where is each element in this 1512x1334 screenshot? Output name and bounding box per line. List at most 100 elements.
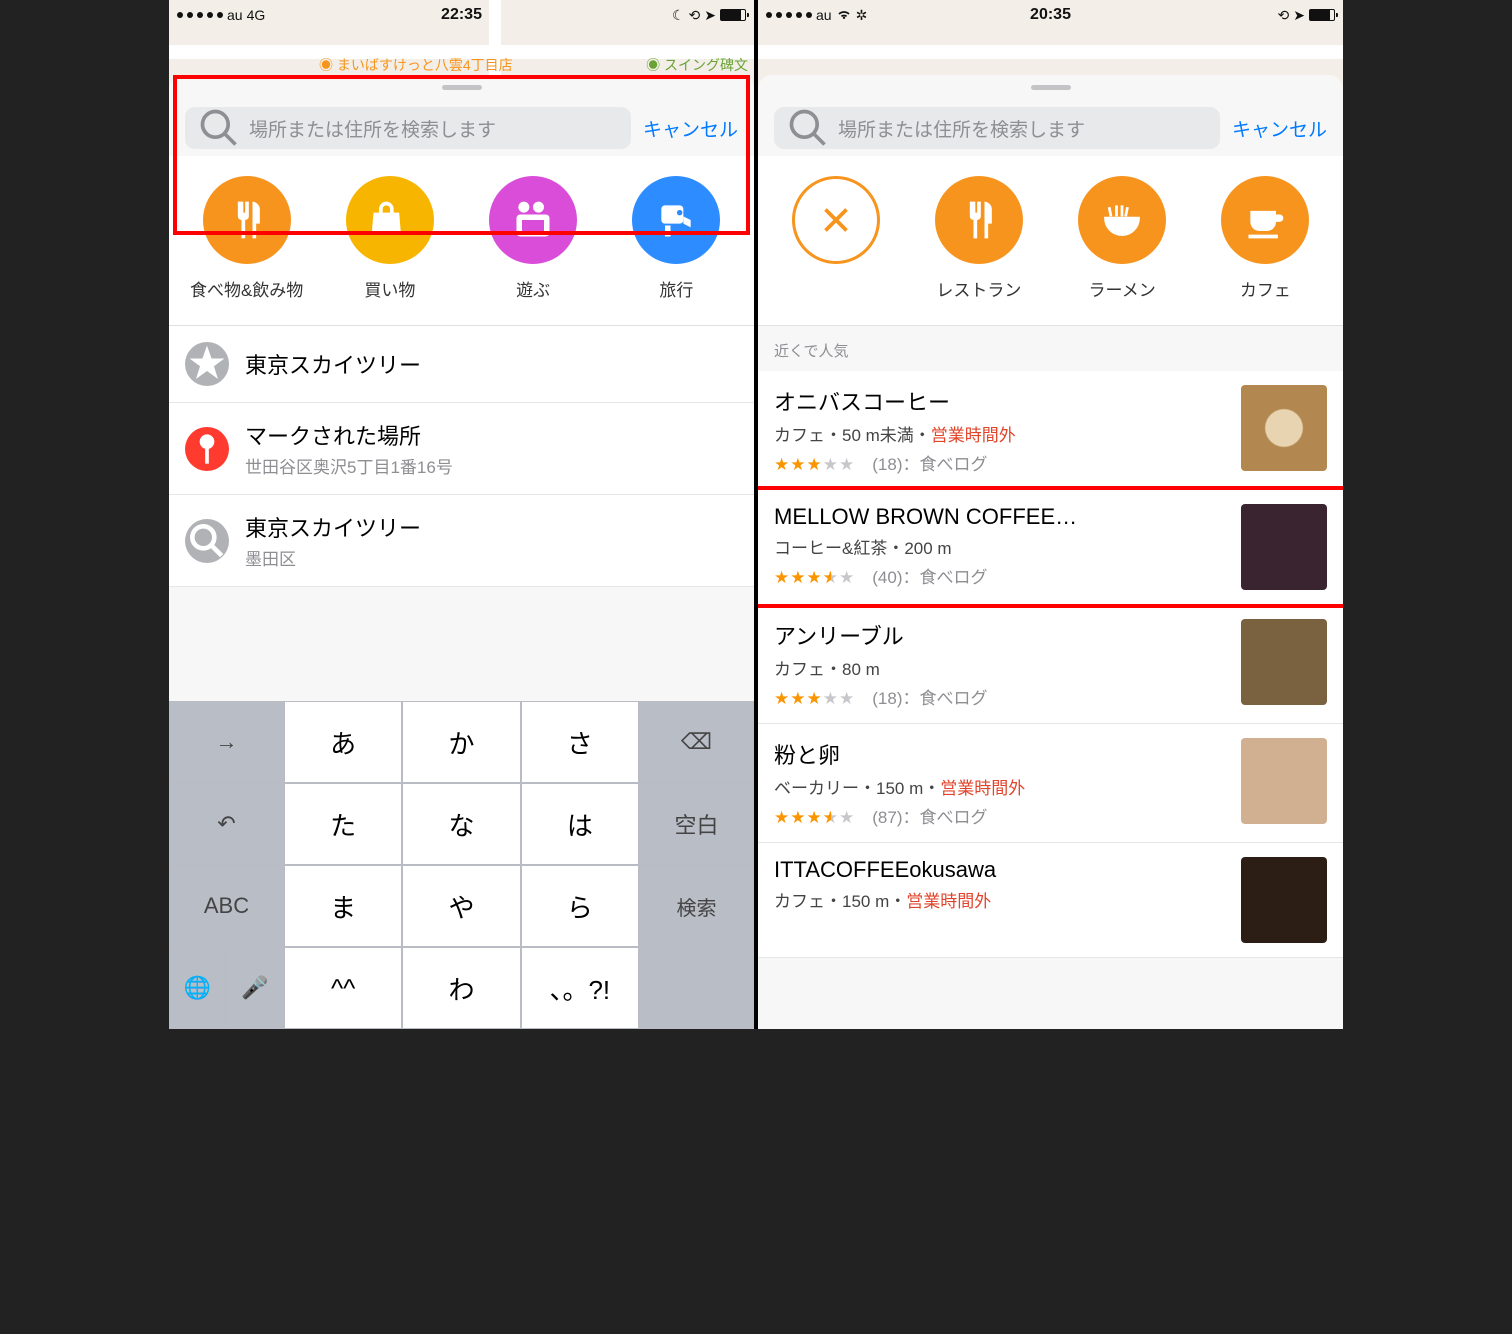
result-name: ITTACOFFEEokusawa — [774, 857, 1227, 883]
history-item[interactable]: マークされた場所世田谷区奥沢5丁目1番16号 — [169, 403, 754, 495]
left-screenshot: ◉ まいばすけっと八雲4丁目店 ◉ スイング碑文 au 4G 22:35 ☾ ⟲… — [169, 0, 754, 1029]
result-item[interactable]: アンリーブル カフェ・80 m ★★★★★ (18)：食べログ — [758, 605, 1343, 724]
result-item[interactable]: オニバスコーヒー カフェ・50 m未満・営業時間外 ★★★★★ (18)：食べロ… — [758, 371, 1343, 490]
history-item[interactable]: 東京スカイツリー墨田区 — [169, 495, 754, 587]
keyboard[interactable]: → あ か さ ⌫ ↶ た な は 空白 ABC ま や ら — [169, 701, 754, 1029]
lock-icon: ⟲ — [689, 7, 701, 24]
result-thumbnail — [1241, 857, 1327, 943]
key[interactable]: ^^ — [284, 947, 402, 1029]
search-icon — [197, 106, 241, 150]
key[interactable]: あ — [284, 701, 402, 783]
key-backspace[interactable]: ⌫ — [639, 701, 754, 783]
moon-icon: ☾ — [672, 7, 685, 24]
result-meta: ベーカリー・150 m・営業時間外 — [774, 774, 1227, 799]
key[interactable]: さ — [521, 701, 639, 783]
key-mic[interactable]: 🎤 — [226, 947, 284, 1029]
category-label: 旅行 — [659, 276, 693, 301]
results-list: オニバスコーヒー カフェ・50 m未満・営業時間外 ★★★★★ (18)：食べロ… — [758, 371, 1343, 958]
result-thumbnail — [1241, 504, 1327, 590]
category-ramen[interactable]: ラーメン — [1057, 176, 1187, 301]
key-spacer — [639, 947, 754, 1029]
star-icon — [185, 342, 229, 386]
category-food[interactable]: 食べ物&飲み物 — [182, 176, 312, 301]
result-thumbnail — [1241, 619, 1327, 705]
key[interactable]: た — [284, 783, 402, 865]
result-name: オニバスコーヒー — [774, 385, 1227, 417]
section-header: 近くで人気 — [758, 326, 1343, 371]
cancel-button[interactable]: キャンセル — [1232, 115, 1327, 142]
result-rating: ★★★★★★ (40)：食べログ — [774, 563, 1227, 588]
search-icon — [185, 519, 229, 563]
key-space[interactable]: 空白 — [639, 783, 754, 865]
result-name: アンリーブル — [774, 619, 1227, 651]
search-input[interactable]: 場所または住所を検索します — [185, 107, 631, 149]
category-shopping[interactable]: 買い物 — [325, 176, 455, 301]
battery-icon — [1309, 9, 1335, 21]
category-row: レストラン ラーメン カフェ — [758, 156, 1343, 326]
right-screenshot: au ✲ 20:35 ⟲ ➤ 場所または住所を検索します キャンセル — [758, 0, 1343, 1029]
key-globe[interactable]: 🌐 — [169, 947, 226, 1029]
carrier: au — [227, 7, 243, 23]
history-item[interactable]: 東京スカイツリー — [169, 326, 754, 403]
key[interactable]: は — [521, 783, 639, 865]
result-meta: カフェ・80 m — [774, 655, 1227, 680]
history-list: 東京スカイツリー マークされた場所世田谷区奥沢5丁目1番16号 東京スカイツリー… — [169, 326, 754, 587]
shopping-icon — [346, 176, 434, 264]
result-name: 粉と卵 — [774, 738, 1227, 770]
drag-handle[interactable] — [442, 85, 482, 90]
category-travel[interactable]: 旅行 — [611, 176, 741, 301]
category-cafe[interactable]: カフェ — [1200, 176, 1330, 301]
play-icon — [489, 176, 577, 264]
category-label: ラーメン — [1088, 276, 1155, 301]
carrier: au — [816, 7, 832, 23]
lock-icon: ⟲ — [1278, 7, 1290, 24]
cancel-button[interactable]: キャンセル — [643, 115, 738, 142]
key[interactable]: ら — [521, 865, 639, 947]
key[interactable]: 、。?! — [521, 947, 639, 1029]
key-next[interactable]: → — [169, 701, 284, 783]
result-rating: ★★★★★ (18)：食べログ — [774, 450, 1227, 475]
loading-icon: ✲ — [856, 7, 868, 24]
search-panel: 場所または住所を検索します キャンセル レストラン — [758, 75, 1343, 1029]
result-meta: カフェ・50 m未満・営業時間外 — [774, 421, 1227, 446]
pin-icon — [185, 427, 229, 471]
result-meta: カフェ・150 m・営業時間外 — [774, 887, 1227, 912]
result-rating: ★★★★★ (18)：食べログ — [774, 684, 1227, 709]
category-play[interactable]: 遊ぶ — [468, 176, 598, 301]
key-search[interactable]: 検索 — [639, 865, 754, 947]
battery-icon — [720, 9, 746, 21]
search-panel: 場所または住所を検索します キャンセル 食べ物&飲み物 買い物 — [169, 75, 754, 1029]
result-thumbnail — [1241, 385, 1327, 471]
key[interactable]: ま — [284, 865, 402, 947]
key[interactable]: か — [402, 701, 520, 783]
result-item[interactable]: 粉と卵 ベーカリー・150 m・営業時間外 ★★★★★★ (87)：食べログ — [758, 724, 1343, 843]
key[interactable]: わ — [402, 947, 520, 1029]
search-input[interactable]: 場所または住所を検索します — [774, 107, 1220, 149]
clock: 20:35 — [1030, 6, 1071, 24]
category-restaurant[interactable]: レストラン — [914, 176, 1044, 301]
drag-handle[interactable] — [1031, 85, 1071, 90]
category-close[interactable] — [771, 176, 901, 301]
category-label: レストラン — [936, 276, 1021, 301]
key-undo[interactable]: ↶ — [169, 783, 284, 865]
key[interactable]: な — [402, 783, 520, 865]
network: 4G — [247, 7, 266, 23]
category-label: 買い物 — [364, 276, 415, 301]
category-row: 食べ物&飲み物 買い物 遊ぶ — [169, 156, 754, 326]
key-abc[interactable]: ABC — [169, 865, 284, 947]
food-icon — [203, 176, 291, 264]
result-item[interactable]: MELLOW BROWN COFFEE… コーヒー&紅茶・200 m ★★★★★… — [758, 490, 1343, 605]
status-bar: au ✲ 20:35 ⟲ ➤ — [758, 0, 1343, 30]
category-label: カフェ — [1240, 276, 1291, 301]
category-label: 食べ物&飲み物 — [190, 276, 303, 301]
key[interactable]: や — [402, 865, 520, 947]
category-label: 遊ぶ — [516, 276, 550, 301]
search-icon — [786, 106, 830, 150]
clock: 22:35 — [441, 6, 482, 24]
result-item[interactable]: ITTACOFFEEokusawa カフェ・150 m・営業時間外 — [758, 843, 1343, 958]
result-meta: コーヒー&紅茶・200 m — [774, 534, 1227, 559]
result-thumbnail — [1241, 738, 1327, 824]
location-icon: ➤ — [704, 7, 716, 24]
cafe-icon — [1221, 176, 1309, 264]
close-icon — [792, 176, 880, 264]
